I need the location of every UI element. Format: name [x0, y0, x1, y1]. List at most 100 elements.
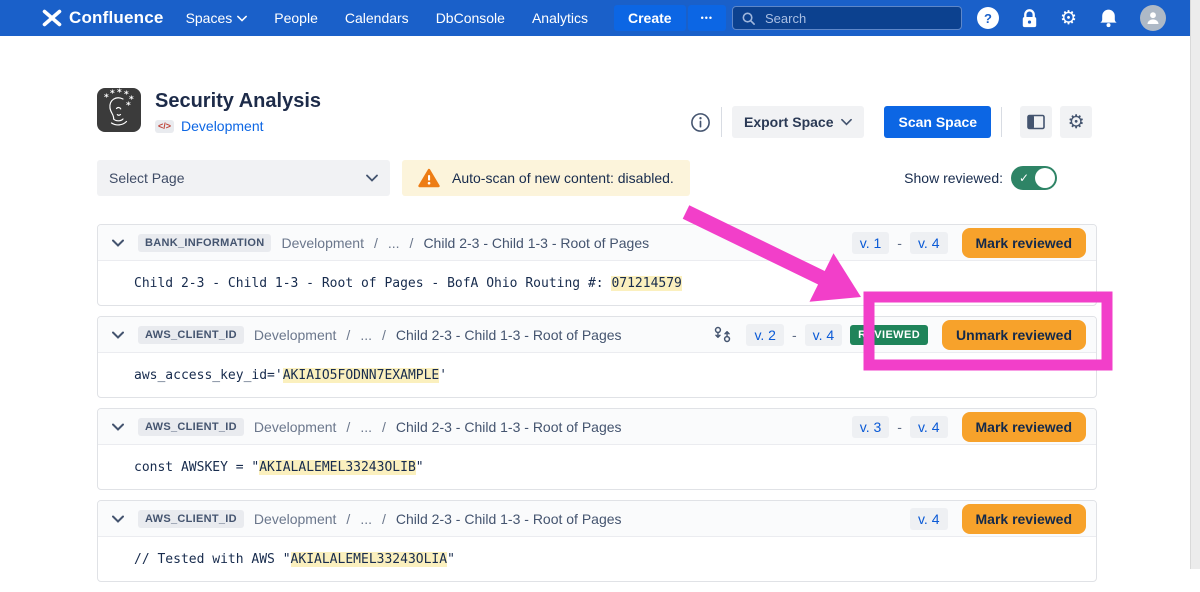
show-reviewed-label: Show reviewed: — [904, 170, 1003, 186]
finding-snippet: Child 2-3 - Child 1-3 - Root of Pages - … — [98, 261, 1096, 305]
breadcrumb: Development / ... / Child 2-3 - Child 1-… — [254, 511, 622, 527]
breadcrumb: Development / ... / Child 2-3 - Child 1-… — [254, 419, 622, 435]
collapse-chevron-icon[interactable] — [108, 325, 128, 345]
nav-item-calendars[interactable]: Calendars — [345, 10, 409, 26]
mark-reviewed-button[interactable]: Mark reviewed — [962, 228, 1087, 258]
crumb-space[interactable]: Development — [254, 511, 337, 527]
autoscan-warning-banner: Auto-scan of new content: disabled. — [402, 160, 690, 196]
finding-type-badge: AWS_CLIENT_ID — [138, 510, 244, 528]
chevron-down-icon — [237, 15, 247, 22]
more-menu-button[interactable]: ••• — [688, 5, 726, 31]
breadcrumb: Development / ... / Child 2-3 - Child 1-… — [281, 235, 649, 251]
collapse-chevron-icon[interactable] — [108, 509, 128, 529]
top-navbar: Confluence Spaces People Calendars DbCon… — [0, 0, 1190, 36]
filters-row: Select Page Auto-scan of new content: di… — [97, 160, 1097, 196]
brand-name: Confluence — [69, 8, 164, 28]
finding-card-3: AWS_CLIENT_ID Development / ... / Child … — [97, 408, 1097, 490]
show-reviewed-control: Show reviewed: ✓ — [904, 166, 1057, 190]
search-field[interactable] — [732, 6, 962, 30]
crumb-space[interactable]: Development — [281, 235, 364, 251]
crumb-ellipsis[interactable]: ... — [360, 419, 372, 435]
export-space-button[interactable]: Export Space — [732, 106, 864, 138]
chevron-down-icon — [841, 118, 852, 126]
help-icon[interactable]: ? — [977, 7, 999, 29]
create-button[interactable]: Create — [614, 5, 686, 31]
nav-item-spaces[interactable]: Spaces — [186, 10, 248, 26]
sensitive-value-highlight: AKIALALEMEL33243OLIB — [259, 460, 416, 475]
crumb-page[interactable]: Child 2-3 - Child 1-3 - Root of Pages — [396, 511, 622, 527]
search-icon — [741, 11, 756, 26]
svg-text:*: * — [104, 93, 109, 103]
findings-list: BANK_INFORMATION Development / ... / Chi… — [97, 224, 1097, 592]
select-page-dropdown[interactable]: Select Page — [97, 160, 390, 196]
info-icon[interactable] — [690, 112, 711, 133]
finding-type-badge: BANK_INFORMATION — [138, 234, 271, 252]
check-icon: ✓ — [1019, 170, 1029, 186]
crumb-space[interactable]: Development — [254, 419, 337, 435]
finding-type-badge: AWS_CLIENT_ID — [138, 418, 244, 436]
finding-type-badge: AWS_CLIENT_ID — [138, 326, 244, 344]
space-toolbar: Export Space Scan Space ⚙ — [690, 106, 1092, 138]
settings-icon[interactable]: ⚙ — [1060, 9, 1077, 28]
collapse-chevron-icon[interactable] — [108, 417, 128, 437]
space-settings-button[interactable]: ⚙ — [1060, 106, 1092, 138]
version-from-link[interactable]: v. 1 — [852, 232, 890, 254]
unmark-reviewed-button[interactable]: Unmark reviewed — [942, 320, 1086, 350]
finding-snippet: // Tested with AWS "AKIALALEMEL33243OLIA… — [98, 537, 1096, 581]
svg-text:*: * — [117, 88, 122, 98]
crumb-ellipsis[interactable]: ... — [360, 511, 372, 527]
version-to-link[interactable]: v. 4 — [910, 232, 948, 254]
scan-space-button[interactable]: Scan Space — [884, 106, 991, 138]
finding-card-2: AWS_CLIENT_ID Development / ... / Child … — [97, 316, 1097, 398]
nav-item-people[interactable]: People — [274, 10, 318, 26]
version-to-link[interactable]: v. 4 — [805, 324, 843, 346]
sensitive-value-highlight: AKIAIO5FODNN7EXAMPLE — [283, 368, 440, 383]
crumb-ellipsis[interactable]: ... — [388, 235, 400, 251]
collapse-chevron-icon[interactable] — [108, 233, 128, 253]
finding-header: AWS_CLIENT_ID Development / ... / Child … — [98, 409, 1096, 445]
chevron-down-icon — [366, 174, 378, 182]
warning-text: Auto-scan of new content: disabled. — [452, 170, 674, 186]
crumb-page[interactable]: Child 2-3 - Child 1-3 - Root of Pages — [396, 419, 622, 435]
version-to-link[interactable]: v. 4 — [910, 508, 948, 530]
space-type-icon: </> — [155, 120, 174, 133]
finding-header: AWS_CLIENT_ID Development / ... / Child … — [98, 317, 1096, 353]
compare-versions-icon — [713, 325, 732, 344]
nav-item-analytics[interactable]: Analytics — [532, 10, 588, 26]
svg-text:*: * — [110, 89, 115, 99]
reviewed-status-badge: REVIEWED — [850, 325, 928, 345]
finding-header: BANK_INFORMATION Development / ... / Chi… — [98, 225, 1096, 261]
version-from-link[interactable]: v. 3 — [852, 416, 890, 438]
crumb-page[interactable]: Child 2-3 - Child 1-3 - Root of Pages — [423, 235, 649, 251]
finding-card-1: BANK_INFORMATION Development / ... / Chi… — [97, 224, 1097, 306]
nav-menu: Spaces People Calendars DbConsole Analyt… — [186, 10, 588, 26]
finding-card-4: AWS_CLIENT_ID Development / ... / Child … — [97, 500, 1097, 582]
crumb-space[interactable]: Development — [254, 327, 337, 343]
page-title: Security Analysis — [155, 90, 321, 112]
finding-header: AWS_CLIENT_ID Development / ... / Child … — [98, 501, 1096, 537]
svg-text:*: * — [126, 101, 131, 111]
navbar-icon-group: ? ⚙ — [977, 5, 1166, 31]
mark-reviewed-button[interactable]: Mark reviewed — [962, 412, 1087, 442]
user-avatar[interactable] — [1140, 5, 1166, 31]
sidebar-layout-button[interactable] — [1020, 106, 1052, 138]
version-to-link[interactable]: v. 4 — [910, 416, 948, 438]
crumb-ellipsis[interactable]: ... — [360, 327, 372, 343]
show-reviewed-toggle[interactable]: ✓ — [1011, 166, 1057, 190]
space-avatar: *** *** — [97, 88, 141, 132]
space-link[interactable]: Development — [181, 118, 264, 134]
sensitive-value-highlight: AKIALALEMEL33243OLIA — [291, 552, 448, 567]
crumb-page[interactable]: Child 2-3 - Child 1-3 - Root of Pages — [396, 327, 622, 343]
nav-item-dbconsole[interactable]: DbConsole — [436, 10, 505, 26]
notifications-bell-icon[interactable] — [1098, 8, 1119, 28]
warning-icon — [418, 168, 440, 188]
lock-icon[interactable] — [1020, 8, 1039, 29]
toolbar-divider-2 — [1001, 107, 1002, 137]
confluence-brand[interactable]: Confluence — [42, 8, 164, 28]
version-from-link[interactable]: v. 2 — [746, 324, 784, 346]
toggle-knob — [1035, 168, 1055, 188]
mark-reviewed-button[interactable]: Mark reviewed — [962, 504, 1087, 534]
confluence-logo-icon — [42, 9, 62, 27]
search-input[interactable] — [763, 10, 953, 27]
breadcrumb: Development / ... / Child 2-3 - Child 1-… — [254, 327, 622, 343]
